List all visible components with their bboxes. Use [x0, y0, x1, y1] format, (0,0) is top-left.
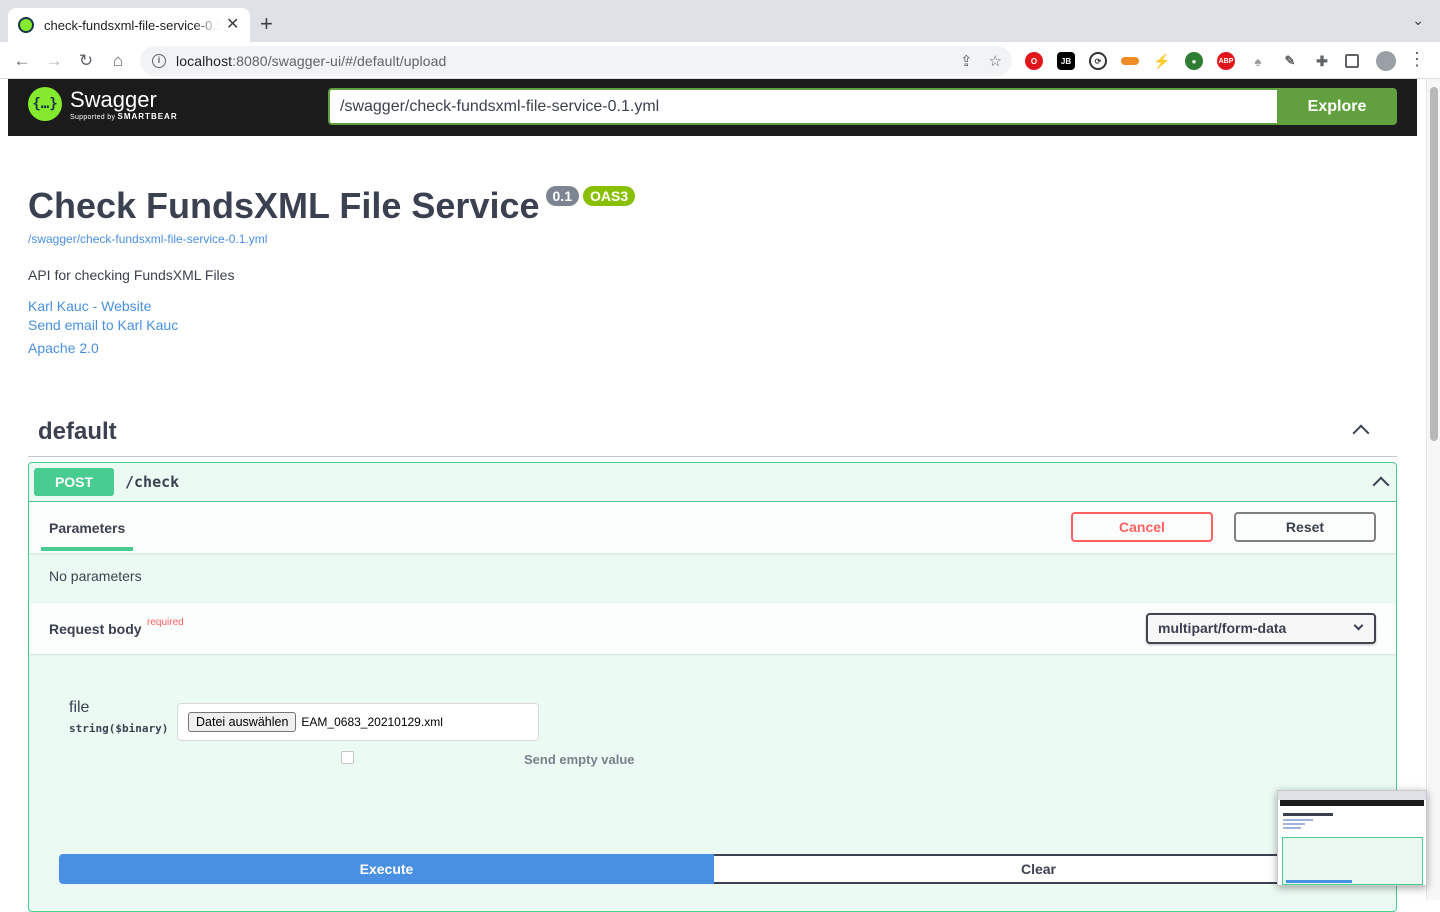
spec-link[interactable]: /swagger/check-fundsxml-file-service-0.1… — [28, 232, 267, 246]
tab-title: check-fundsxml-file-service-0.1.yml — [44, 17, 220, 33]
api-info: Check FundsXML File Service 0.1 OAS3 /sw… — [28, 185, 636, 356]
kebab-menu-icon[interactable]: ⋮ — [1408, 50, 1426, 68]
plus-icon[interactable]: + — [260, 12, 273, 36]
screenshot-preview-thumbnail[interactable] — [1277, 790, 1427, 886]
eyedropper-extension-icon[interactable]: ✎ — [1281, 52, 1299, 70]
chosen-file-name: EAM_0683_20210129.xml — [301, 715, 443, 729]
no-parameters-text: No parameters — [49, 568, 142, 584]
forward-icon[interactable]: → — [42, 49, 66, 73]
clear-button[interactable]: Clear — [714, 854, 1365, 884]
choose-file-button[interactable]: Datei auswählen — [188, 712, 297, 732]
chevron-up-icon[interactable] — [1372, 476, 1390, 494]
content-type-select[interactable]: multipart/form-data — [1146, 613, 1376, 644]
star-icon[interactable]: ☆ — [989, 52, 1002, 70]
page-scrollbar[interactable] — [1426, 79, 1440, 900]
close-icon[interactable]: ✕ — [226, 17, 239, 33]
active-tab-underline — [41, 547, 133, 551]
method-badge: POST — [34, 468, 114, 496]
file-upload-input[interactable]: Datei auswählen EAM_0683_20210129.xml — [177, 703, 539, 741]
logo-sub-brand: SMARTBEAR — [117, 111, 178, 121]
globe-extension-icon[interactable]: ● — [1185, 52, 1203, 70]
swagger-favicon-icon — [18, 17, 34, 33]
browser-tab-bar: check-fundsxml-file-service-0.1.yml ✕ + … — [0, 0, 1440, 42]
file-param-name: file — [69, 699, 90, 716]
spec-url-input[interactable]: /swagger/check-fundsxml-file-service-0.1… — [328, 88, 1277, 125]
api-description: API for checking FundsXML Files — [28, 267, 235, 283]
operation-summary[interactable]: POST /check — [29, 463, 1396, 502]
contact-email-link[interactable]: Send email to Karl Kauc — [28, 317, 178, 333]
thumbnail-line — [1283, 823, 1305, 825]
operation-path: /check — [125, 473, 180, 491]
tag-section-header[interactable]: default — [28, 408, 1397, 457]
api-title: Check FundsXML File Service — [28, 185, 540, 226]
browser-toolbar: ← → ↻ ⌂ i localhost:8080/swagger-ui/#/de… — [0, 42, 1440, 79]
puzzle-extensions-icon[interactable]: ✚ — [1313, 52, 1331, 70]
send-empty-checkbox[interactable] — [341, 751, 354, 764]
reload-icon[interactable]: ↻ — [74, 49, 98, 73]
thumbnail-line — [1283, 819, 1313, 821]
logo-sub-prefix: Supported by — [70, 113, 116, 121]
thumbnail-chrome — [1278, 791, 1426, 800]
file-param-type: string($binary) — [69, 722, 169, 735]
version-badge: 0.1 — [545, 186, 579, 206]
opera-extension-icon[interactable]: O — [1025, 52, 1043, 70]
contact-website-link[interactable]: Karl Kauc - Website — [28, 298, 151, 314]
browser-tab[interactable]: check-fundsxml-file-service-0.1.yml ✕ — [8, 8, 250, 42]
sync-extension-icon[interactable]: ⟳ — [1089, 52, 1107, 70]
chevron-down-icon[interactable]: ⌄ — [1412, 12, 1424, 29]
chevron-down-icon — [1353, 620, 1364, 631]
reset-button[interactable]: Reset — [1234, 512, 1376, 542]
url-host: localhost — [176, 53, 233, 69]
page-title: Check FundsXML File Service 0.1 OAS3 — [28, 185, 636, 227]
swagger-logo[interactable]: {…} Swagger Supported by SMARTBEAR — [28, 87, 178, 121]
avatar[interactable] — [1376, 51, 1396, 71]
address-bar[interactable]: i localhost:8080/swagger-ui/#/default/up… — [140, 46, 1012, 76]
tab-parameters[interactable]: Parameters — [49, 520, 125, 536]
operation-block: POST /check Parameters Cancel Reset No p… — [28, 462, 1397, 912]
adblock-extension-icon[interactable]: ABP — [1217, 52, 1235, 70]
scrollbar-thumb[interactable] — [1430, 87, 1438, 441]
cancel-button[interactable]: Cancel — [1071, 512, 1213, 542]
send-empty-label: Send empty value — [524, 752, 635, 767]
required-marker: required — [147, 617, 184, 628]
logo-name: Swagger — [70, 86, 157, 112]
chevron-up-icon[interactable] — [1352, 424, 1370, 442]
explore-button[interactable]: Explore — [1277, 88, 1397, 125]
lightning-extension-icon[interactable]: ⚡ — [1153, 52, 1171, 70]
back-icon[interactable]: ← — [10, 49, 34, 73]
thumbnail-execute-bar — [1286, 880, 1352, 883]
swagger-topbar: {…} Swagger Supported by SMARTBEAR /swag… — [8, 79, 1417, 136]
url-path: :8080/swagger-ui/#/default/upload — [232, 53, 447, 69]
thumbnail-topbar — [1280, 800, 1424, 806]
thumbnail-title — [1283, 813, 1333, 816]
side-panel-icon[interactable] — [1345, 54, 1359, 68]
parameters-header: Parameters Cancel Reset — [29, 502, 1396, 553]
request-body-title: Request body — [49, 621, 142, 637]
share-icon[interactable]: ⇪ — [960, 52, 973, 70]
thumbnail-line — [1283, 827, 1301, 829]
oas-badge: OAS3 — [582, 186, 636, 206]
license-link[interactable]: Apache 2.0 — [28, 340, 99, 356]
content-type-value: multipart/form-data — [1158, 620, 1287, 636]
request-body-header: Request body required multipart/form-dat… — [29, 603, 1396, 654]
execute-button[interactable]: Execute — [59, 854, 714, 884]
jetbrains-extension-icon[interactable]: JB — [1057, 52, 1075, 70]
thumbnail-operation-block — [1282, 837, 1423, 885]
xml-extension-icon[interactable] — [1121, 57, 1139, 65]
home-icon[interactable]: ⌂ — [106, 49, 130, 73]
leaf-extension-icon[interactable]: ♠ — [1249, 52, 1267, 70]
info-icon[interactable]: i — [152, 54, 166, 68]
tag-name: default — [38, 418, 117, 445]
swagger-logo-icon: {…} — [28, 87, 62, 121]
